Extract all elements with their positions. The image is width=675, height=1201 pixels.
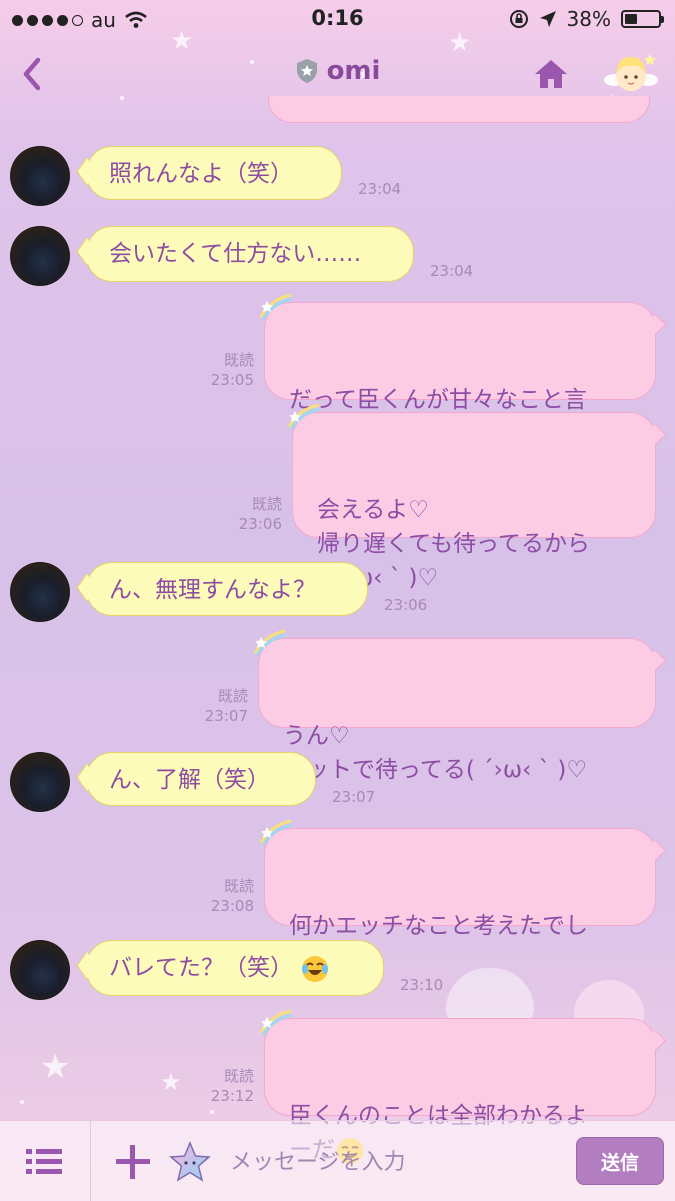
message-text: バレてた？（笑） [109, 955, 293, 981]
message-time: 23:12 [210, 1087, 254, 1105]
message-time: 23:04 [358, 180, 402, 198]
home-icon[interactable] [533, 58, 569, 90]
message-meta: 既読 23:08 [196, 876, 254, 916]
send-button[interactable]: 送信 [576, 1137, 664, 1185]
read-receipt: 既読 [223, 351, 254, 369]
message-time: 23:07 [204, 707, 248, 725]
message-time: 23:07 [332, 788, 376, 806]
message-meta: 既読 23:07 [190, 686, 248, 726]
shooting-star-icon [287, 403, 320, 430]
chat-messages[interactable]: 照れんなよ（笑） 23:04 会いたくて仕方ない…… 23:04 既読 23:0… [0, 96, 675, 1164]
battery-percent: 38% [566, 7, 611, 31]
message-bubble[interactable]: 照れんなよ（笑） [86, 146, 342, 200]
message-text: 照れんなよ（笑） [109, 161, 293, 187]
read-receipt: 既読 [251, 495, 282, 513]
shooting-star-icon [259, 819, 292, 846]
message-time: 23:10 [400, 976, 444, 994]
face-with-tears-of-joy-icon [302, 955, 329, 982]
status-bar: au 0:16 38% [0, 0, 675, 40]
message-time: 23:08 [210, 897, 254, 915]
message-bubble[interactable]: ん、無理すんなよ？ [86, 562, 368, 616]
message-bubble[interactable]: うん♡ ベットで待ってる( ´›ω‹ ` )♡ [253, 629, 656, 783]
avatar[interactable] [10, 226, 70, 286]
message-time: 23:04 [430, 262, 474, 280]
message-bubble[interactable]: 何かエッチなこと考えたでし ょ？笑 [259, 819, 656, 973]
shooting-star-icon [259, 293, 292, 320]
message-text: ん、無理すんなよ？ [109, 577, 316, 603]
location-arrow-icon [539, 11, 556, 27]
message-time: 23:06 [384, 596, 428, 614]
message-text: 会いたくて仕方ない…… [109, 241, 362, 267]
divider [90, 1121, 91, 1201]
shooting-star-icon [259, 1009, 292, 1036]
battery-icon [621, 10, 664, 28]
avatar[interactable] [10, 752, 70, 812]
read-receipt: 既読 [223, 877, 254, 895]
list-menu-icon[interactable] [26, 1147, 62, 1177]
message-meta: 既読 23:12 [196, 1066, 254, 1106]
message-input-bar: 送信 [0, 1120, 675, 1201]
message-meta: 既読 23:05 [196, 350, 254, 390]
message-text: ん、了解（笑） [109, 767, 270, 793]
shield-star-icon [296, 59, 317, 83]
message-bubble[interactable]: 臣くんのことは全部わかるよ ーだ [259, 1009, 656, 1164]
avatar[interactable] [10, 146, 70, 206]
message-bubble[interactable]: 会えるよ♡ 帰り遅くても待ってるから ( ´›ω‹ ` )♡ [287, 403, 656, 591]
read-receipt: 既読 [217, 687, 248, 705]
avatar[interactable] [10, 940, 70, 1000]
message-bubble[interactable]: だって臣くんが甘々なこと言 うから♡♡ [259, 293, 656, 447]
previous-message-edge [268, 96, 650, 123]
message-bubble[interactable]: バレてた？（笑） [86, 940, 384, 996]
message-bubble[interactable]: 会いたくて仕方ない…… [86, 226, 414, 282]
shooting-star-icon [253, 629, 286, 656]
message-time: 23:05 [210, 371, 254, 389]
star-sticker-icon[interactable] [168, 1141, 212, 1183]
message-text: うん♡ ベットで待ってる( ´›ω‹ ` )♡ [283, 723, 588, 783]
message-input[interactable] [228, 1143, 562, 1181]
chat-title: omi [326, 56, 381, 86]
message-time: 23:06 [238, 515, 282, 533]
read-receipt: 既読 [223, 1067, 254, 1085]
message-meta: 既読 23:06 [224, 494, 282, 534]
plus-icon[interactable] [114, 1143, 152, 1181]
message-bubble[interactable]: ん、了解（笑） [86, 752, 316, 806]
avatar[interactable] [10, 562, 70, 622]
rotation-lock-icon [509, 10, 528, 28]
